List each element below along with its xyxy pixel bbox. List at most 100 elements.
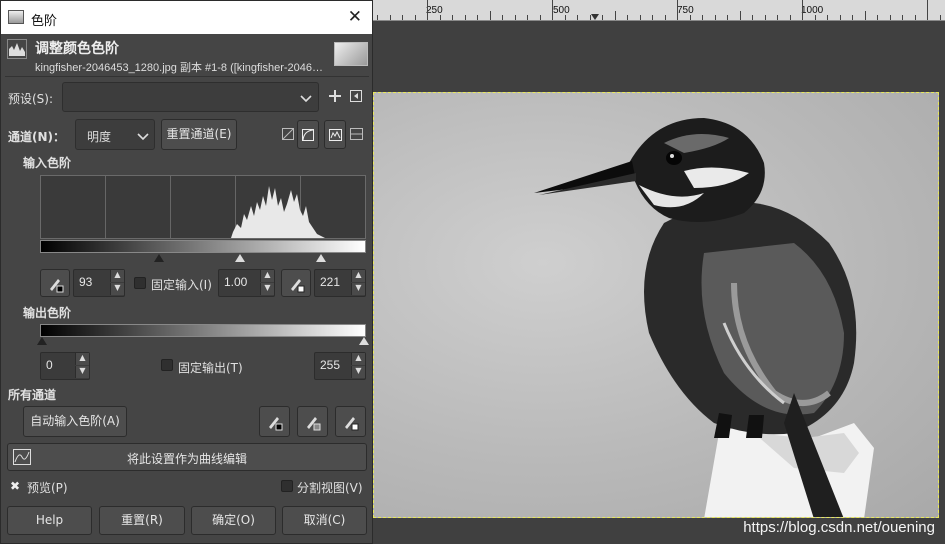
ruler-tick <box>677 0 678 20</box>
ruler-tick <box>927 0 928 20</box>
ok-button[interactable]: 确定(O) <box>191 506 276 535</box>
split-view-checkbox[interactable] <box>281 480 293 492</box>
chevron-down-icon <box>300 95 312 103</box>
input-white-spinner[interactable]: 221 ▲ ▼ <box>314 269 366 297</box>
eyedropper-white-icon <box>291 279 305 293</box>
app-icon <box>8 10 24 24</box>
input-levels-label: 输入色阶 <box>23 156 72 170</box>
input-gradient-bar <box>40 240 366 253</box>
add-preset-icon[interactable] <box>328 89 342 103</box>
input-white-handle[interactable] <box>316 254 326 262</box>
ruler-tick <box>614 11 616 20</box>
ruler-tick <box>452 15 453 20</box>
ruler-tick <box>539 15 541 20</box>
ruler-tick <box>689 15 691 20</box>
pick-white-point-button[interactable] <box>281 269 311 297</box>
decrement-icon[interactable]: ▼ <box>351 366 365 378</box>
help-button[interactable]: Help <box>7 506 92 535</box>
log-histogram-button[interactable] <box>297 120 319 149</box>
input-black-handle[interactable] <box>154 254 164 262</box>
ruler-label: 500 <box>553 5 570 16</box>
histogram-mode-icon[interactable] <box>350 128 363 140</box>
image-subtitle: kingfisher-2046453_1280.jpg 副本 #1-8 ([ki… <box>35 62 324 74</box>
split-view-label: 分割视图(V) <box>297 481 363 495</box>
channel-value: 明度 <box>87 130 112 144</box>
decrement-icon[interactable]: ▼ <box>110 283 124 295</box>
eyedropper-black-icon <box>50 279 64 293</box>
ruler-tick <box>714 15 716 20</box>
input-black-value: 93 <box>79 275 93 289</box>
fixed-input-checkbox[interactable] <box>134 277 146 289</box>
divider <box>5 76 369 77</box>
close-icon[interactable]: ✕ <box>348 7 362 27</box>
output-white-handle[interactable] <box>359 337 369 345</box>
ruler-tick <box>377 15 378 20</box>
ruler-tick <box>752 15 753 20</box>
histogram-view-button[interactable] <box>324 120 346 149</box>
fixed-output-label: 固定输出(T) <box>178 361 243 375</box>
linear-histogram-icon[interactable] <box>282 128 294 140</box>
ruler-tick <box>864 11 866 20</box>
channel-combo[interactable]: 明度 <box>75 119 155 150</box>
ruler-tick <box>589 15 591 20</box>
output-white-spinner[interactable]: 255 ▲ ▼ <box>314 352 366 380</box>
fixed-output-checkbox[interactable] <box>161 359 173 371</box>
output-levels-label: 输出色阶 <box>23 306 72 320</box>
edit-as-curves-button[interactable]: 将此设置作为曲线编辑 <box>7 443 367 471</box>
pick-black-button[interactable] <box>259 406 290 437</box>
preview-check-icon[interactable]: ✖ <box>10 479 20 493</box>
ruler-tick <box>789 15 791 20</box>
presets-combo[interactable] <box>62 82 319 112</box>
pick-gray-button[interactable] <box>297 406 328 437</box>
increment-icon[interactable]: ▲ <box>351 270 365 282</box>
ruler-tick <box>839 15 841 20</box>
chevron-down-icon <box>137 133 149 141</box>
output-black-spinner[interactable]: 0 ▲ ▼ <box>40 352 90 380</box>
preview-label: 预览(P) <box>27 481 68 495</box>
output-white-value: 255 <box>320 358 341 372</box>
kingfisher-photo <box>534 118 874 517</box>
reset-channel-button[interactable]: 重置通道(E) <box>161 119 237 150</box>
histogram-view-icon <box>329 129 342 141</box>
increment-icon[interactable]: ▲ <box>260 270 274 282</box>
ruler-tick <box>514 15 516 20</box>
preset-menu-icon[interactable] <box>350 90 362 102</box>
reset-button[interactable]: 重置(R) <box>99 506 185 535</box>
increment-icon[interactable]: ▲ <box>75 353 89 365</box>
ruler-tick <box>389 15 391 20</box>
input-black-spinner[interactable]: 93 ▲ ▼ <box>73 269 125 297</box>
ruler-tick <box>627 15 628 20</box>
input-gamma-handle[interactable] <box>235 254 245 262</box>
kingfisher-image[interactable] <box>373 92 939 518</box>
decrement-icon[interactable]: ▼ <box>260 283 274 295</box>
all-channels-label: 所有通道 <box>8 388 57 402</box>
output-slider-track[interactable] <box>37 337 369 347</box>
ruler-tick <box>939 15 941 20</box>
input-gamma-value: 1.00 <box>224 275 248 289</box>
ruler-tick <box>602 15 603 20</box>
ruler-tick <box>827 15 828 20</box>
ruler-tick <box>639 15 641 20</box>
title-bar[interactable]: 色阶 ✕ <box>1 1 372 34</box>
pick-white-button[interactable] <box>335 406 366 437</box>
pick-black-point-button[interactable] <box>40 269 70 297</box>
ruler-tick <box>477 15 478 20</box>
decrement-icon[interactable]: ▼ <box>351 283 365 295</box>
ruler-tick <box>764 15 766 20</box>
ruler-tick <box>464 15 466 20</box>
channel-label: 通道(N)： <box>8 130 66 144</box>
ruler-tick <box>739 11 741 20</box>
increment-icon[interactable]: ▲ <box>110 270 124 282</box>
input-slider-track[interactable] <box>40 253 366 265</box>
increment-icon[interactable]: ▲ <box>351 353 365 365</box>
ruler-tick <box>777 15 778 20</box>
eyedropper-gray-icon <box>307 417 321 431</box>
cancel-button[interactable]: 取消(C) <box>282 506 367 535</box>
levels-icon <box>7 39 27 59</box>
input-histogram <box>40 175 366 239</box>
output-black-handle[interactable] <box>37 337 47 345</box>
auto-input-levels-button[interactable]: 自动输入色阶(A) <box>23 406 127 437</box>
decrement-icon[interactable]: ▼ <box>75 366 89 378</box>
input-gamma-spinner[interactable]: 1.00 ▲ ▼ <box>218 269 275 297</box>
ruler-tick <box>802 0 803 20</box>
